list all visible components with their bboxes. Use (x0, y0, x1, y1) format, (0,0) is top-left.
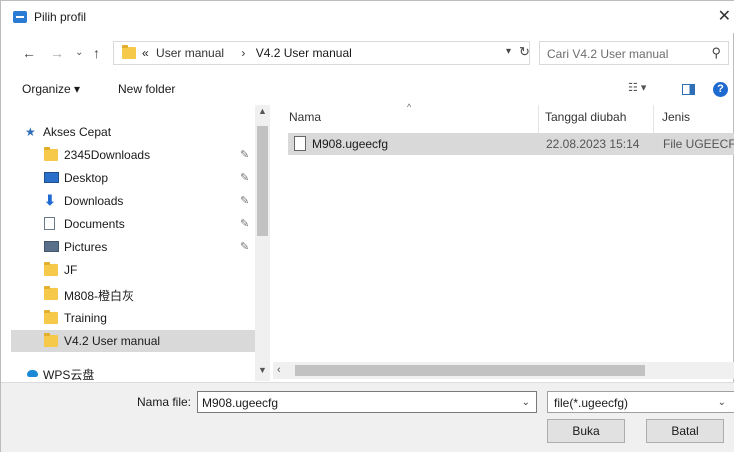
folder-icon (44, 286, 58, 300)
scrollbar-thumb[interactable] (257, 126, 268, 236)
sidebar-item-training[interactable]: Training (11, 307, 256, 329)
back-arrow-icon[interactable]: ← (22, 45, 36, 61)
sidebar-item-wps-cloud[interactable]: WPS云盘 (11, 362, 256, 381)
sidebar-item-label: Akses Cepat (43, 125, 112, 139)
sidebar-item-label: V4.2 User manual (64, 334, 161, 348)
help-icon[interactable]: ? (713, 82, 728, 97)
download-arrow-icon: ⬇ (44, 192, 56, 208)
preview-pane-icon[interactable] (682, 84, 695, 95)
file-row[interactable]: M908.ugeecfg 22.08.2023 15:14 File UGEEC… (288, 133, 734, 155)
folder-icon (44, 310, 58, 324)
scrollbar-thumb[interactable] (295, 365, 645, 376)
file-name: M908.ugeecfg (312, 137, 389, 151)
sidebar-item-v42-user-manual[interactable]: V4.2 User manual (11, 330, 256, 352)
breadcrumb-crumb[interactable]: V4.2 User manual (256, 46, 352, 60)
recent-locations-chevron-icon[interactable]: ⌄ (75, 47, 83, 58)
chevron-down-icon[interactable]: ⌄ (718, 397, 726, 408)
file-list: Nama ^ Tanggal diubah Jenis M908.ugeecfg… (273, 102, 734, 381)
desktop-icon (44, 172, 59, 183)
title-bar: Pilih profil ✕ (1, 1, 734, 33)
view-options-icon[interactable]: ☷ ▾ (628, 81, 646, 94)
cloud-icon (27, 370, 38, 377)
cancel-button[interactable]: Batal (646, 419, 724, 443)
breadcrumb-separator[interactable]: › (241, 46, 245, 60)
refresh-icon[interactable]: ↻ (519, 44, 530, 60)
star-icon: ★ (25, 125, 36, 139)
sidebar-item-downloads[interactable]: ⬇ Downloads ✎ (11, 190, 256, 212)
pin-icon: ✎ (240, 149, 250, 161)
forward-arrow-icon[interactable]: → (50, 45, 64, 61)
breadcrumb-overflow[interactable]: « (142, 46, 149, 60)
sidebar-item-label: 2345Downloads (64, 148, 151, 162)
sidebar-item-label: Desktop (64, 171, 109, 185)
filetype-select[interactable]: file(*.ugeecfg) ⌄ (547, 391, 734, 413)
folder-icon (44, 147, 58, 161)
filename-value: M908.ugeecfg (202, 396, 279, 410)
pictures-icon (44, 241, 59, 252)
scroll-left-icon[interactable]: ‹ (277, 364, 281, 376)
column-divider[interactable] (538, 105, 539, 133)
scroll-down-icon[interactable]: ▼ (258, 365, 267, 375)
document-icon (44, 217, 55, 230)
sidebar-item-documents[interactable]: Documents ✎ (11, 213, 256, 235)
file-type: File UGEECFG (663, 137, 734, 151)
pin-icon: ✎ (240, 195, 250, 207)
sidebar-item-m808[interactable]: M808-橙白灰 (11, 283, 256, 305)
sidebar-item-label: Documents (64, 217, 125, 231)
sidebar-item-label: M808-橙白灰 (64, 289, 135, 303)
filetype-value: file(*.ugeecfg) (554, 396, 629, 410)
sidebar-item-quick-access[interactable]: ★ Akses Cepat (11, 121, 256, 143)
breadcrumb: « User manual › V4.2 User manual (142, 46, 352, 60)
horizontal-scrollbar[interactable]: ‹ (273, 362, 734, 379)
sidebar-item-label: WPS云盘 (43, 368, 95, 381)
app-icon (13, 11, 27, 23)
window-title: Pilih profil (34, 10, 87, 24)
column-header-date[interactable]: Tanggal diubah (545, 110, 626, 124)
navigation-scrollbar[interactable]: ▲ ▼ (255, 105, 270, 381)
file-icon (294, 136, 306, 151)
address-dropdown-chevron-icon[interactable]: ▾ (506, 46, 511, 57)
file-open-dialog: Pilih profil ✕ ← → ⌄ ↑ « User manual › V… (0, 0, 734, 452)
open-button[interactable]: Buka (547, 419, 625, 443)
column-header-type[interactable]: Jenis (662, 110, 690, 124)
sidebar-item-2345downloads[interactable]: 2345Downloads ✎ (11, 144, 256, 166)
pin-icon: ✎ (240, 172, 250, 184)
breadcrumb-crumb[interactable]: User manual (156, 46, 224, 60)
scroll-up-icon[interactable]: ▲ (258, 106, 267, 116)
new-folder-button[interactable]: New folder (118, 82, 175, 96)
sidebar-item-label: JF (64, 263, 78, 277)
search-placeholder: Cari V4.2 User manual (547, 47, 669, 61)
column-divider[interactable] (653, 105, 654, 133)
search-input[interactable]: Cari V4.2 User manual ⚲ (539, 41, 729, 65)
pin-icon: ✎ (240, 218, 250, 230)
command-toolbar: Organize ▾ New folder ☷ ▾ ? (1, 77, 734, 101)
sidebar-item-pictures[interactable]: Pictures ✎ (11, 236, 256, 258)
sidebar-item-label: Training (64, 311, 107, 325)
organize-button[interactable]: Organize ▾ (22, 82, 80, 96)
filename-label: Nama file: (137, 395, 192, 409)
chevron-down-icon[interactable]: ⌄ (522, 397, 530, 408)
sidebar-item-jf[interactable]: JF (11, 259, 256, 281)
column-header-name[interactable]: Nama (289, 110, 321, 124)
file-date: 22.08.2023 15:14 (546, 137, 640, 151)
navigation-pane: ★ Akses Cepat 2345Downloads ✎ Desktop ✎ … (11, 105, 270, 381)
search-icon[interactable]: ⚲ (711, 45, 721, 61)
folder-icon (122, 45, 136, 59)
address-row: ← → ⌄ ↑ « User manual › V4.2 User manual… (1, 37, 734, 69)
pin-icon: ✎ (240, 241, 250, 253)
close-icon[interactable]: ✕ (718, 6, 731, 26)
filename-field[interactable]: M908.ugeecfg ⌄ (197, 391, 537, 413)
folder-icon (44, 262, 58, 276)
sidebar-item-desktop[interactable]: Desktop ✎ (11, 167, 256, 189)
sort-ascending-icon: ^ (407, 102, 412, 112)
sidebar-item-label: Downloads (64, 194, 124, 208)
up-arrow-icon[interactable]: ↑ (93, 45, 100, 61)
address-bar[interactable]: « User manual › V4.2 User manual ▾ ↻ (113, 41, 530, 65)
folder-icon (44, 333, 58, 347)
dialog-footer: Nama file: M908.ugeecfg ⌄ file(*.ugeecfg… (1, 382, 734, 452)
sidebar-item-label: Pictures (64, 240, 108, 254)
